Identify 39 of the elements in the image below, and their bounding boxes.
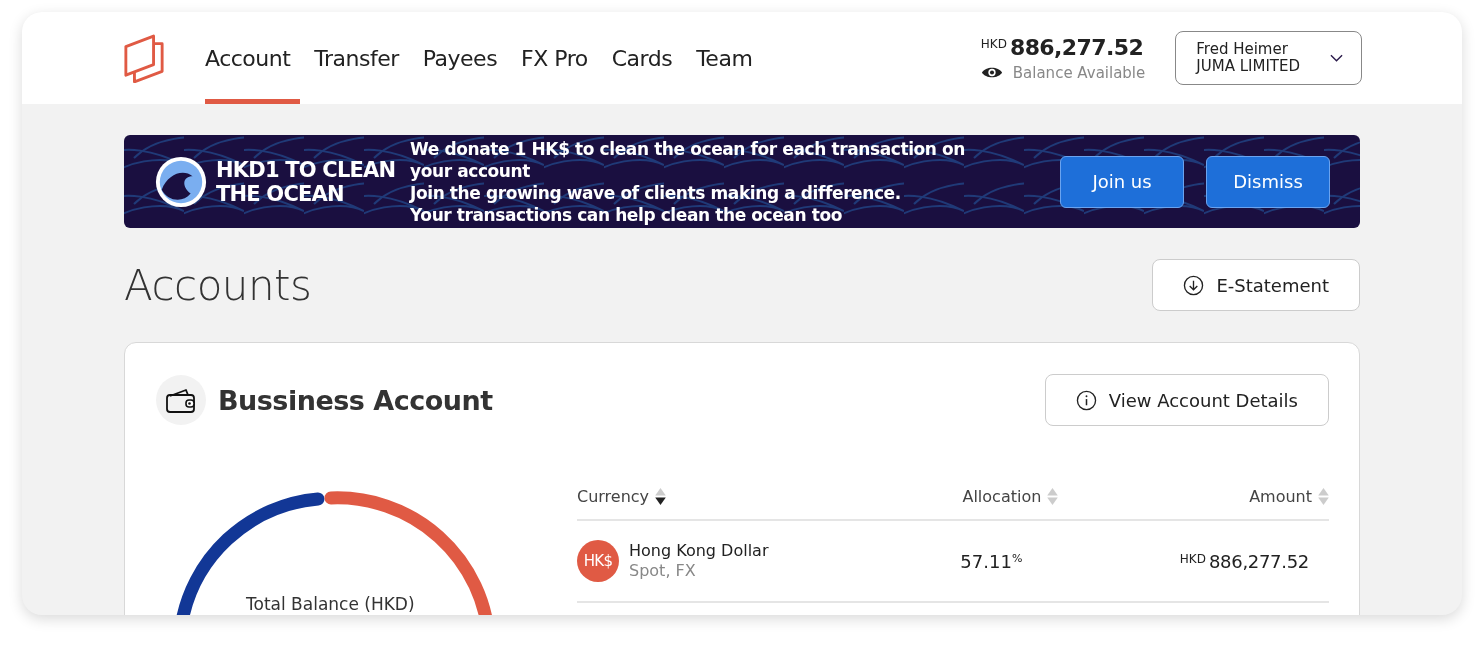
allocation-value: 57.11 [960,550,1012,572]
wallet-icon [156,375,206,425]
account-dropdown[interactable]: Fred Heimer JUMA LIMITED [1175,31,1362,85]
column-header[interactable]: Currency [577,487,650,506]
currency-code: HKD [1179,551,1206,566]
balance-label: Balance Available [1012,63,1146,82]
balance-amount: 886,277.52 [1009,34,1144,60]
nav-tab[interactable]: FX Pro [511,12,598,104]
banner-text: Join the growing wave of clients making a difference. [410,181,902,204]
info-icon [1075,389,1097,411]
banner-text: We donate 1 HK$ to clean the ocean for each transaction on your account [410,137,967,182]
banner-text: Your transactions can help clean the ocean too [410,203,843,226]
logo-icon[interactable] [123,33,165,83]
nav-tab[interactable]: Team [686,12,763,104]
nav-tab[interactable]: Payees [412,12,508,104]
download-icon [1183,274,1205,296]
e-statement-button[interactable]: E-Statement [1152,259,1360,311]
banner-button[interactable]: Dismiss [1206,155,1330,208]
nav-tab[interactable]: Transfer [304,12,409,104]
banner-button[interactable]: Join us [1060,155,1184,208]
wave-icon [154,154,208,209]
currency-code: HKD [980,36,1007,51]
currency-badge: HK$ [577,540,619,582]
nav-tab[interactable]: Account [205,12,301,104]
currency-type: Spot, FX [629,561,697,581]
currency-name: Hong Kong Dollar [629,541,769,561]
banner-title: HKD1 TO CLEAN THE OCEAN [216,157,396,206]
percent-unit: % [1011,551,1023,565]
view-details-button[interactable]: View Account Details [1044,374,1329,426]
chevron-down-icon [1330,54,1343,62]
column-header[interactable]: Amount [1249,487,1312,506]
page-title: Accounts [124,260,312,310]
sort-icon[interactable] [655,487,667,506]
column-header[interactable]: Allocation [962,487,1042,506]
account-title: Bussiness Account [218,384,493,416]
nav-tab[interactable]: Cards [601,12,683,104]
eye-icon[interactable] [980,65,1003,80]
gauge-label: Total Balance (HKD) [246,594,415,614]
amount-value: 886,277.52 [1208,550,1309,572]
